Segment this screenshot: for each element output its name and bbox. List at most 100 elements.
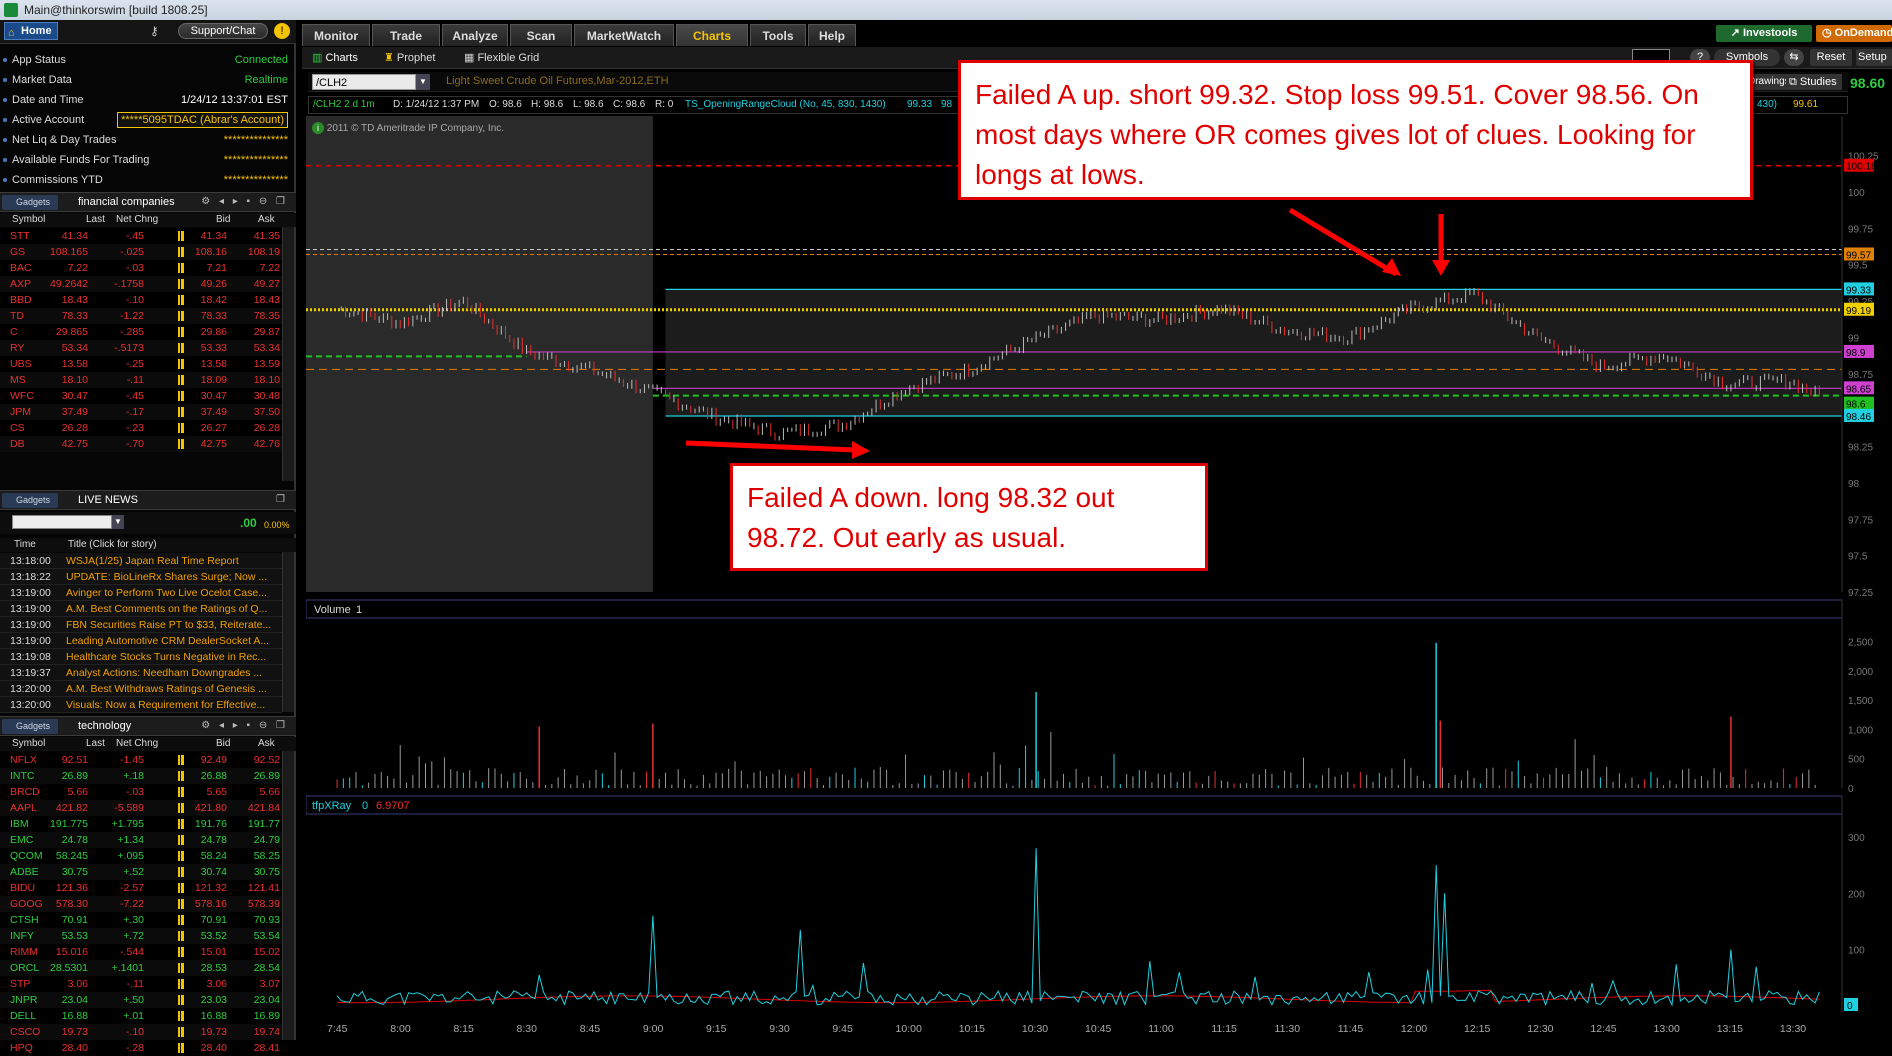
watchlist-row[interactable]: BIDU 121.36 -2.57 121.32 121.41	[0, 880, 282, 896]
news-headline[interactable]: Analyst Actions: Needham Downgrades ...	[66, 665, 278, 681]
chevron-down-icon[interactable]: ▼	[112, 515, 124, 529]
bid-cell[interactable]: 421.80	[195, 800, 227, 816]
study-label[interactable]: TS_OpeningRangeCloud (No, 45, 830, 1430)	[685, 97, 886, 113]
news-headline[interactable]: A.M. Best Comments on the Ratings of Q..…	[66, 601, 278, 617]
news-headline[interactable]: Healthcare Stocks Turns Negative in Rec.…	[66, 649, 278, 665]
watchlist-row[interactable]: TD 78.33 -1.22 78.33 78.35	[0, 308, 282, 324]
watchlist-row[interactable]: DB 42.75 -.70 42.75 42.76	[0, 436, 282, 452]
watchlist-row[interactable]: CS 26.28 -.23 26.27 26.28	[0, 420, 282, 436]
col-symbol[interactable]: Symbol	[12, 214, 45, 225]
xray-label[interactable]: tfpXRay	[312, 800, 352, 812]
symbol-cell[interactable]: ADBE	[10, 864, 39, 880]
symbol-cell[interactable]: AXP	[10, 276, 31, 292]
symbol-cell[interactable]: CS	[10, 420, 25, 436]
news-controls[interactable]: ❐	[276, 494, 288, 505]
col-net-chng[interactable]: Net Chng	[116, 214, 158, 225]
ask-cell[interactable]: 19.74	[254, 1024, 280, 1040]
tab-analyze[interactable]: Analyze	[442, 24, 508, 46]
setup-button[interactable]: Setup	[1856, 49, 1892, 66]
col-last[interactable]: Last	[86, 214, 105, 225]
ask-cell[interactable]: 30.75	[254, 864, 280, 880]
col-bid[interactable]: Bid	[216, 214, 230, 225]
watchlist-row[interactable]: NFLX 92.51 -1.45 92.49 92.52	[0, 752, 282, 768]
ask-cell[interactable]: 29.87	[254, 324, 280, 340]
symbol-cell[interactable]: EMC	[10, 832, 33, 848]
news-row[interactable]: 13:18:00 WSJA(1/25) Japan Real Time Repor…	[0, 553, 282, 569]
bid-cell[interactable]: 58.24	[201, 848, 227, 864]
bid-cell[interactable]: 42.75	[201, 436, 227, 452]
symbol-cell[interactable]: GOOG	[10, 896, 43, 912]
ask-cell[interactable]: 15.02	[254, 944, 280, 960]
watchlist-row[interactable]: JNPR 23.04 +.50 23.03 23.04	[0, 992, 282, 1008]
ask-cell[interactable]: 578.39	[248, 896, 280, 912]
news-headline[interactable]: WSJA(1/25) Japan Real Time Report	[66, 553, 278, 569]
bid-cell[interactable]: 121.32	[195, 880, 227, 896]
tab-monitor[interactable]: Monitor	[302, 24, 370, 46]
symbol-cell[interactable]: TD	[10, 308, 24, 324]
account-value[interactable]: *****5095TDAC (Abrar's Account)	[117, 112, 288, 128]
tab-charts[interactable]: Charts	[676, 24, 748, 46]
bid-cell[interactable]: 53.33	[201, 340, 227, 356]
symbol-cell[interactable]: BRCD	[10, 784, 40, 800]
news-row[interactable]: 13:20:00 Visuals: Now a Requirement for E…	[0, 697, 282, 713]
symbol-cell[interactable]: INTC	[10, 768, 35, 784]
ask-cell[interactable]: 78.35	[254, 308, 280, 324]
bid-cell[interactable]: 37.49	[201, 404, 227, 420]
watchlist-row[interactable]: AAPL 421.82 -5.589 421.80 421.84	[0, 800, 282, 816]
news-row[interactable]: 13:19:37 Analyst Actions: Needham Downgra…	[0, 665, 282, 681]
ask-cell[interactable]: 49.27	[254, 276, 280, 292]
bid-cell[interactable]: 53.52	[201, 928, 227, 944]
news-row[interactable]: 13:19:00 A.M. Best Comments on the Rating…	[0, 601, 282, 617]
ask-cell[interactable]: 16.89	[254, 1008, 280, 1024]
bid-cell[interactable]: 3.06	[207, 976, 227, 992]
info-period[interactable]: /CLH2 2 d 1m	[313, 97, 375, 113]
scrollbar[interactable]	[282, 552, 294, 712]
news-headline[interactable]: UPDATE: BioLineRx Shares Surge; Now ...	[66, 569, 278, 585]
watchlist-row[interactable]: RIMM 15.016 -.544 15.01 15.02	[0, 944, 282, 960]
watchlist-row[interactable]: STP 3.06 -.11 3.06 3.07	[0, 976, 282, 992]
volume-label[interactable]: Volume	[314, 604, 351, 616]
news-headline[interactable]: Visuals: Now a Requirement for Effective…	[66, 697, 278, 713]
ask-cell[interactable]: 421.84	[248, 800, 280, 816]
bid-cell[interactable]: 41.34	[201, 228, 227, 244]
symbol-cell[interactable]: UBS	[10, 356, 32, 372]
col-bid[interactable]: Bid	[216, 738, 230, 749]
chevron-down-icon[interactable]: ▼	[416, 74, 430, 90]
symbol-cell[interactable]: RIMM	[10, 944, 38, 960]
home-button[interactable]: ⌂ Home	[4, 22, 58, 40]
watchlist-row[interactable]: ADBE 30.75 +.52 30.74 30.75	[0, 864, 282, 880]
symbol-cell[interactable]: HPQ	[10, 1040, 33, 1056]
ask-cell[interactable]: 23.04	[254, 992, 280, 1008]
symbol-cell[interactable]: BIDU	[10, 880, 35, 896]
bid-cell[interactable]: 7.21	[207, 260, 227, 276]
price-chart[interactable]: 100.2510099.7599.599.259998.7598.598.259…	[306, 116, 1892, 1040]
bid-cell[interactable]: 29.86	[201, 324, 227, 340]
symbol-input[interactable]: /CLH2	[312, 74, 416, 90]
news-filter-input[interactable]	[12, 515, 112, 529]
bid-cell[interactable]: 18.42	[201, 292, 227, 308]
watchlist-row[interactable]: HPQ 28.40 -.28 28.40 28.41	[0, 1040, 282, 1056]
watchlist-controls[interactable]: ⚙ ◂ ▸ ▪ ⊖ ❐	[201, 720, 288, 731]
drawings-button[interactable]: Drawings	[1748, 74, 1788, 90]
symbol-cell[interactable]: STT	[10, 228, 30, 244]
symbol-cell[interactable]: RY	[10, 340, 24, 356]
ask-cell[interactable]: 28.54	[254, 960, 280, 976]
symbol-cell[interactable]: WFC	[10, 388, 34, 404]
watchlist-title[interactable]: financial companies	[78, 196, 175, 208]
bid-cell[interactable]: 13.58	[201, 356, 227, 372]
watchlist-row[interactable]: MS 18.10 -.11 18.09 18.10	[0, 372, 282, 388]
watchlist-row[interactable]: DELL 16.88 +.01 16.88 16.89	[0, 1008, 282, 1024]
bid-cell[interactable]: 16.88	[201, 1008, 227, 1024]
bid-cell[interactable]: 28.40	[201, 1040, 227, 1056]
news-headline[interactable]: Leading Automotive CRM DealerSocket A...	[66, 633, 278, 649]
charts-tab[interactable]: ▥ Charts	[312, 50, 358, 66]
bid-cell[interactable]: 19.73	[201, 1024, 227, 1040]
col-time[interactable]: Time	[14, 539, 36, 550]
ondemand-button[interactable]: ◷ OnDemand	[1816, 25, 1892, 42]
symbol-cell[interactable]: JPM	[10, 404, 31, 420]
watchlist-row[interactable]: AXP 49.2642 -.1758 49.26 49.27	[0, 276, 282, 292]
symbol-cell[interactable]: STP	[10, 976, 30, 992]
tab-tools[interactable]: Tools	[750, 24, 806, 46]
tab-trade[interactable]: Trade	[372, 24, 440, 46]
tab-help[interactable]: Help	[808, 24, 856, 46]
